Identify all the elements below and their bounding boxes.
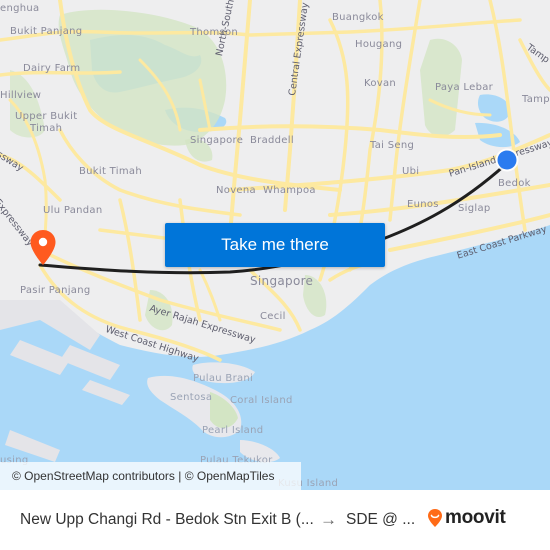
label-hougang: Hougang — [355, 39, 403, 50]
label-sentosa: Sentosa — [170, 392, 213, 403]
label-coral-island: Coral Island — [230, 395, 293, 406]
label-pasir-panjang: Pasir Panjang — [20, 285, 91, 296]
label-tampines: Tamp — [522, 94, 550, 105]
label-bedok: Bedok — [498, 178, 531, 189]
attribution-text[interactable]: © OpenStreetMap contributors | © OpenMap… — [12, 469, 274, 483]
label-ubi: Ubi — [402, 166, 420, 177]
label-tengah: enghua — [0, 3, 40, 14]
label-eunos: Eunos — [407, 199, 439, 210]
footer: New Upp Changi Rd - Bedok Stn Exit B (..… — [0, 490, 550, 550]
destination-name: SDE @ ... — [346, 511, 416, 528]
label-cecil: Cecil — [260, 311, 286, 322]
label-thomson: Thomson — [190, 27, 239, 38]
map[interactable]: enghua Bukit Panjang Dairy Farm Hillview… — [0, 0, 550, 490]
take-me-there-button[interactable]: Take me there — [165, 223, 385, 267]
moovit-pin-icon — [428, 509, 442, 527]
label-braddell: Braddell — [250, 135, 294, 146]
label-ulu-pandan: Ulu Pandan — [43, 205, 103, 216]
label-buangkok: Buangkok — [332, 12, 384, 23]
label-hillview: Hillview — [0, 90, 42, 101]
moovit-wordmark: moovit — [445, 507, 506, 528]
map-attribution[interactable]: © OpenStreetMap contributors | © OpenMap… — [0, 462, 301, 490]
moovit-logo[interactable]: moovit — [427, 507, 506, 529]
label-upper-bukit-timah-2: Timah — [30, 123, 63, 134]
label-novena: Novena — [216, 185, 256, 196]
label-upper-bukit-timah-1: Upper Bukit — [15, 111, 78, 122]
label-pulau-brani: Pulau Brani — [193, 373, 254, 384]
origin-marker[interactable] — [494, 147, 520, 173]
arrow-right-icon: → — [320, 510, 337, 529]
label-pearl-island: Pearl Island — [202, 425, 264, 436]
label-paya-lebar: Paya Lebar — [435, 82, 494, 93]
label-siglap: Siglap — [458, 203, 491, 214]
label-tai-seng: Tai Seng — [370, 140, 415, 151]
origin-stop-name: New Upp Changi Rd - Bedok Stn Exit B (..… — [20, 511, 314, 528]
label-whampoa: Whampoa — [263, 185, 316, 196]
label-singapore-north: Singapore — [190, 135, 244, 146]
label-bukit-panjang: Bukit Panjang — [10, 26, 83, 37]
label-bukit-timah: Bukit Timah — [79, 166, 142, 177]
label-dairy-farm: Dairy Farm — [23, 63, 81, 74]
destination-pin-icon[interactable] — [29, 229, 57, 267]
label-kovan: Kovan — [364, 78, 397, 89]
label-singapore-center: Singapore — [250, 274, 314, 288]
